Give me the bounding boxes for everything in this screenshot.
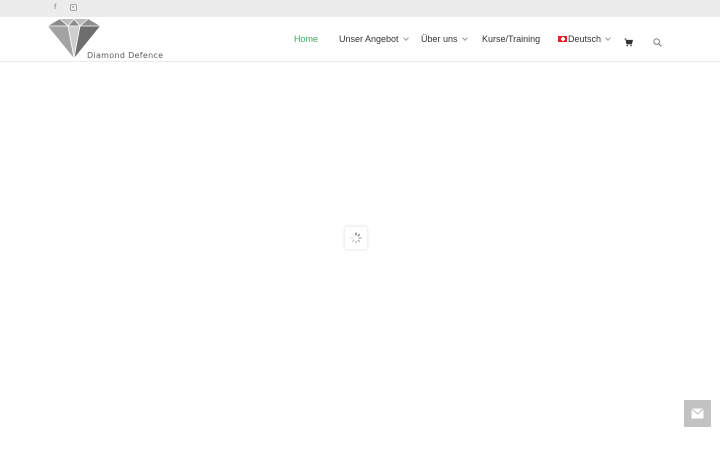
nav-language[interactable]: Deutsch bbox=[558, 17, 611, 61]
chevron-down-icon bbox=[402, 35, 409, 41]
contact-button[interactable] bbox=[684, 400, 711, 427]
facebook-icon[interactable]: f bbox=[54, 3, 56, 13]
instagram-icon[interactable] bbox=[70, 3, 77, 14]
logo-text: Diamond Defence bbox=[87, 51, 164, 60]
nav-kurse-training[interactable]: Kurse/Training bbox=[482, 17, 540, 61]
cart-icon[interactable] bbox=[624, 34, 634, 52]
top-bar: f bbox=[0, 0, 720, 17]
swiss-flag-icon bbox=[558, 36, 567, 42]
envelope-icon bbox=[691, 408, 704, 419]
loading-spinner bbox=[345, 227, 367, 249]
nav-unser-angebot[interactable]: Unser Angebot bbox=[339, 17, 409, 61]
chevron-down-icon bbox=[461, 35, 468, 41]
loading-spinner-icon bbox=[350, 232, 362, 244]
nav-home[interactable]: Home bbox=[294, 17, 318, 61]
chevron-down-icon bbox=[605, 35, 611, 41]
nav-ueber-uns-label: Über uns bbox=[421, 34, 458, 44]
nav-unser-angebot-label: Unser Angebot bbox=[339, 34, 399, 44]
search-icon[interactable] bbox=[653, 34, 662, 52]
site-header: Diamond Defence Home Unser Angebot Über … bbox=[0, 17, 720, 62]
site-logo[interactable]: Diamond Defence bbox=[46, 18, 178, 62]
nav-language-label: Deutsch bbox=[568, 34, 602, 44]
nav-ueber-uns[interactable]: Über uns bbox=[421, 17, 468, 61]
